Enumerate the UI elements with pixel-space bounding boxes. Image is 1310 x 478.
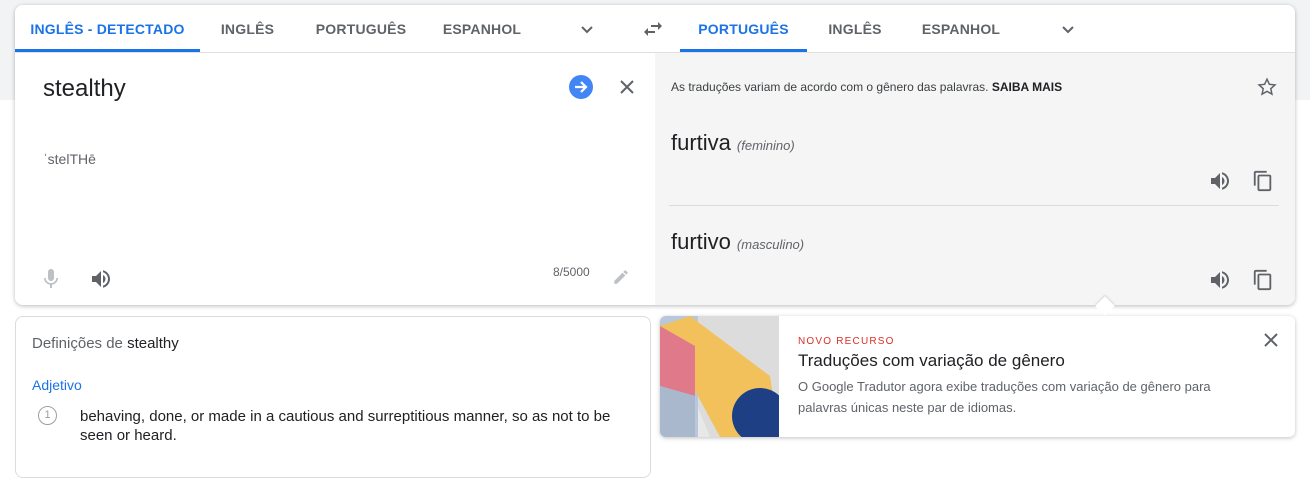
feminine-speaker-icon[interactable]: [1208, 169, 1232, 193]
tab-source-portuguese[interactable]: PORTUGUÊS: [305, 5, 417, 52]
learn-more-link[interactable]: SAIBA MAIS: [992, 80, 1062, 94]
definition-text: behaving, done, or made in a cautious an…: [80, 408, 611, 444]
source-speaker-icon[interactable]: [89, 267, 113, 291]
tab-target-english[interactable]: INGLÊS: [815, 5, 895, 52]
translation-masculine: furtivo (masculino): [671, 229, 805, 254]
feminine-copy-icon[interactable]: [1251, 169, 1275, 193]
definitions-title: Definições de stealthy: [32, 335, 179, 352]
definitions-card: Definições de stealthy Adjetivo 1 behavi…: [15, 316, 651, 478]
masculine-copy-icon[interactable]: [1251, 268, 1275, 292]
tab-target-portuguese[interactable]: PORTUGUÊS: [680, 5, 807, 52]
swap-languages-icon[interactable]: [641, 17, 665, 41]
new-feature-card: NOVO RECURSO Traduções com variação de g…: [660, 316, 1295, 437]
tab-source-detected[interactable]: INGLÊS - DETECTADO: [15, 5, 200, 52]
definition-number: 1: [38, 406, 57, 425]
masculine-speaker-icon[interactable]: [1208, 268, 1232, 292]
feature-description: O Google Tradutor agora exibe traduções …: [798, 379, 1211, 415]
character-counter: 8/5000: [553, 265, 590, 279]
target-panel: As traduções variam de acordo com o gêne…: [655, 53, 1295, 305]
translation-feminine: furtiva (feminino): [671, 130, 795, 155]
new-feature-badge: NOVO RECURSO: [798, 336, 895, 347]
tab-target-spanish[interactable]: ESPANHOL: [910, 5, 1012, 52]
translation-divider: [669, 205, 1279, 206]
tab-source-spanish[interactable]: ESPANHOL: [431, 5, 533, 52]
language-bar: INGLÊS - DETECTADO INGLÊS PORTUGUÊS ESPA…: [15, 5, 1295, 53]
star-icon[interactable]: [1255, 75, 1279, 99]
edit-pencil-icon[interactable]: [611, 267, 631, 287]
gender-feature-illustration: [660, 316, 779, 437]
source-text-input[interactable]: stealthy: [43, 75, 126, 103]
part-of-speech: Adjetivo: [32, 377, 82, 393]
microphone-icon[interactable]: [39, 267, 63, 291]
clear-source-icon[interactable]: [615, 75, 639, 99]
translator-card: INGLÊS - DETECTADO INGLÊS PORTUGUÊS ESPA…: [15, 5, 1295, 305]
close-feature-icon[interactable]: [1259, 328, 1283, 352]
source-panel: stealthy ˈstelTHē 8/5000: [15, 53, 655, 305]
feature-title: Traduções com variação de gênero: [798, 351, 1065, 370]
translate-go-icon[interactable]: [568, 74, 594, 100]
tab-source-english[interactable]: INGLÊS: [200, 5, 295, 52]
source-language-dropdown-icon[interactable]: [575, 17, 599, 41]
target-language-dropdown-icon[interactable]: [1056, 17, 1080, 41]
source-transliteration: ˈstelTHē: [43, 151, 96, 167]
gender-variation-note: As traduções variam de acordo com o gêne…: [671, 80, 1063, 94]
